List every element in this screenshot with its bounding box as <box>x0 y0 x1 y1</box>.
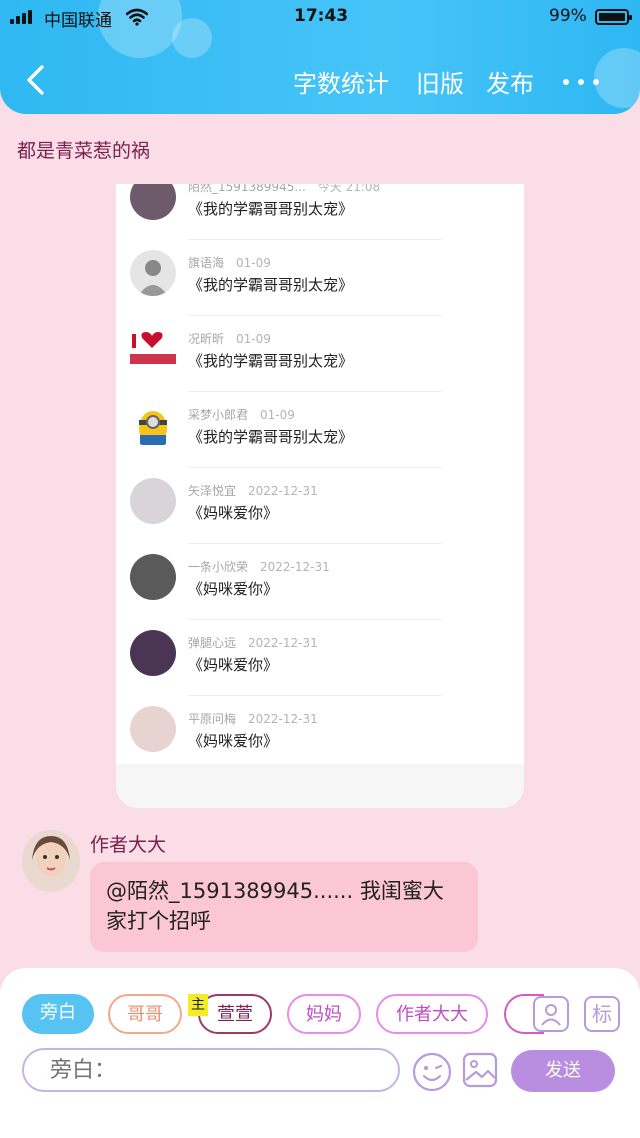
list-item-user: 弹腿心远 <box>188 636 237 650</box>
main-role-badge: 主 <box>188 994 208 1016</box>
back-arrow-icon[interactable] <box>24 64 46 96</box>
user-avatar <box>130 630 176 676</box>
list-item-date: 01-09 <box>260 408 295 422</box>
list-item-meta: 矢泽悦宜 2022-12-31 <box>188 482 318 499</box>
role-chip-mama[interactable]: 妈妈 <box>287 994 361 1034</box>
word-count-button[interactable]: 字数统计 <box>293 64 389 99</box>
list-item: 采梦小郎君 01-09 《我的学霸哥哥别太宠》 <box>116 392 524 468</box>
decorative-bubble <box>594 48 640 108</box>
role-chip-xuanxuan[interactable]: 萱萱 <box>198 994 272 1034</box>
list-item-date: 2022-12-31 <box>248 712 318 726</box>
list-item: 矢泽悦宜 2022-12-31 《妈咪爱你》 <box>116 468 524 544</box>
list-item-date: 2022-12-31 <box>260 560 330 574</box>
more-options-icon[interactable] <box>563 79 599 85</box>
list-item-user: 陌然_1591389945... <box>188 184 306 194</box>
list-item-meta: 弹腿心远 2022-12-31 <box>188 634 318 651</box>
chapter-title: 都是青菜惹的祸 <box>17 140 151 162</box>
list-item-user: 平原问梅 <box>188 712 237 726</box>
message-bubble[interactable]: @陌然_1591389945...... 我闺蜜大家打个招呼 <box>90 862 478 952</box>
role-chip-gege[interactable]: 哥哥 <box>108 994 182 1034</box>
list-item-user: 旗语海 <box>188 256 225 270</box>
message-input[interactable] <box>22 1048 400 1092</box>
list-item: 况昕昕 01-09 《我的学霸哥哥别太宠》 <box>116 316 524 392</box>
user-avatar <box>130 478 176 524</box>
top-header: 中国联通 17:43 99% 字数统计 旧版 发布 <box>0 0 640 114</box>
tag-button[interactable]: 标 <box>584 996 620 1032</box>
emoji-icon[interactable] <box>412 1052 452 1092</box>
list-item-meta: 陌然_1591389945... 今天 21:08 <box>188 184 380 195</box>
list-item-book: 《妈咪爱你》 <box>188 504 279 522</box>
list-item: 旗语海 01-09 《我的学霸哥哥别太宠》 <box>116 240 524 316</box>
author-name: 作者大大 <box>90 834 167 856</box>
list-item-user: 一条小欣荣 <box>188 560 249 574</box>
image-icon[interactable] <box>462 1052 498 1088</box>
user-avatar <box>130 250 176 296</box>
role-chip-narration[interactable]: 旁白 <box>22 994 94 1034</box>
publish-button[interactable]: 发布 <box>486 64 534 99</box>
list-item-date: 2022-12-31 <box>248 484 318 498</box>
battery-icon <box>595 9 632 25</box>
screenshot-image-card[interactable]: 陌然_1591389945... 今天 21:08 《我的学霸哥哥别太宠》 旗语海… <box>116 184 524 808</box>
list-item-user: 况昕昕 <box>188 332 225 346</box>
user-avatar <box>130 706 176 752</box>
author-avatar[interactable] <box>22 830 80 892</box>
list-item-book: 《我的学霸哥哥别太宠》 <box>188 200 354 218</box>
carrier-name: 中国联通 <box>44 11 112 31</box>
list-item-book: 《妈咪爱你》 <box>188 656 279 674</box>
user-avatar <box>130 184 176 220</box>
list-item-meta: 一条小欣荣 2022-12-31 <box>188 558 330 575</box>
list-item-user: 采梦小郎君 <box>188 408 249 422</box>
user-avatar <box>130 326 176 372</box>
cellular-signal-icon <box>10 10 38 24</box>
list-item-book: 《我的学霸哥哥别太宠》 <box>188 276 354 294</box>
list-item-date: 今天 21:08 <box>317 184 381 194</box>
list-item-book: 《妈咪爱你》 <box>188 732 279 750</box>
list-item: 弹腿心远 2022-12-31 《妈咪爱你》 <box>116 620 524 696</box>
status-time: 17:43 <box>294 6 349 26</box>
list-item-meta: 平原问梅 2022-12-31 <box>188 710 318 727</box>
role-chip-author[interactable]: 作者大大 <box>376 994 488 1034</box>
list-item-book: 《我的学霸哥哥别太宠》 <box>188 428 354 446</box>
character-manage-icon[interactable] <box>533 996 569 1032</box>
user-avatar <box>130 402 176 448</box>
list-item-meta: 况昕昕 01-09 <box>188 330 271 347</box>
old-version-button[interactable]: 旧版 <box>416 64 464 99</box>
list-item-date: 01-09 <box>236 256 271 270</box>
send-button[interactable]: 发送 <box>511 1050 615 1092</box>
list-item-user: 矢泽悦宜 <box>188 484 237 498</box>
list-item: 陌然_1591389945... 今天 21:08 《我的学霸哥哥别太宠》 <box>116 184 524 240</box>
battery-percent: 99% <box>549 6 587 26</box>
list-item: 一条小欣荣 2022-12-31 《妈咪爱你》 <box>116 544 524 620</box>
list-item-book: 《我的学霸哥哥别太宠》 <box>188 352 354 370</box>
list-item-book: 《妈咪爱你》 <box>188 580 279 598</box>
list-item: 平原问梅 2022-12-31 《妈咪爱你》 <box>116 696 524 772</box>
card-footer <box>116 764 524 808</box>
user-avatar <box>130 554 176 600</box>
status-bar: 中国联通 17:43 99% <box>0 6 640 31</box>
list-item-date: 2022-12-31 <box>248 636 318 650</box>
list-item-meta: 旗语海 01-09 <box>188 254 271 271</box>
list-item-date: 01-09 <box>236 332 271 346</box>
composer-panel: 旁白 哥哥 萱萱 主 妈妈 作者大大 标 发送 <box>0 968 640 1138</box>
wifi-icon <box>126 8 148 26</box>
list-item-meta: 采梦小郎君 01-09 <box>188 406 295 423</box>
